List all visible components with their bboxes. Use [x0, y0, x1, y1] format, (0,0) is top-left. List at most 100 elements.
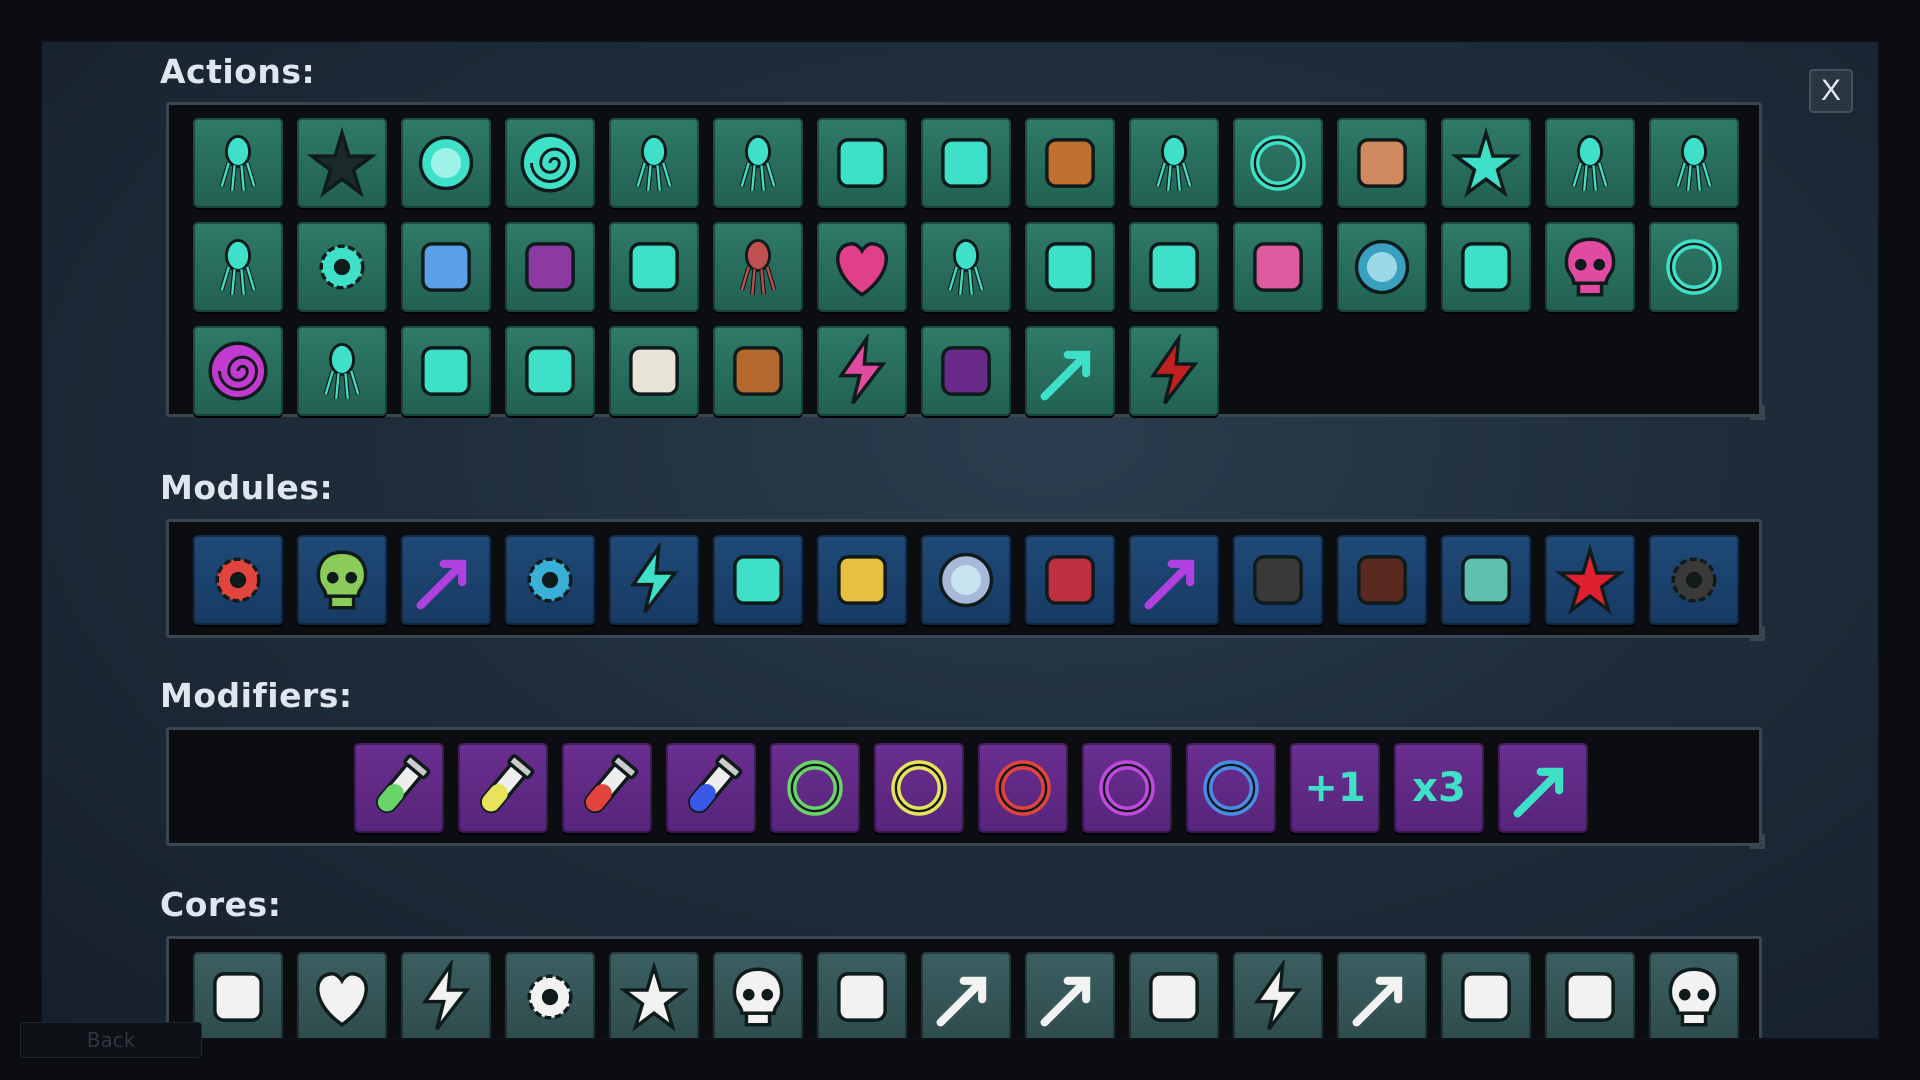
actions-panel — [166, 102, 1765, 420]
crossed-hammers-icon — [1253, 555, 1303, 605]
squid-pair-tile[interactable] — [193, 222, 283, 312]
pink-ghost-tile[interactable] — [1545, 222, 1635, 312]
crossed-hammers-tile[interactable] — [1233, 535, 1323, 625]
skull-crossbones-tile[interactable] — [1649, 952, 1739, 1038]
flash-tile[interactable] — [1233, 952, 1323, 1038]
moon-orb-tile[interactable] — [921, 535, 1011, 625]
blue-syringe-tile[interactable] — [1186, 743, 1276, 833]
coral-ring-tile[interactable] — [1233, 118, 1323, 208]
ghost-squid-icon — [739, 134, 777, 191]
split-arrow-tile[interactable] — [1129, 535, 1219, 625]
hourglass-icon — [1565, 972, 1615, 1022]
urchin-spikes-tile[interactable] — [297, 118, 387, 208]
hammer-tile[interactable] — [1337, 118, 1427, 208]
dumbbell-tile[interactable] — [193, 952, 283, 1038]
ghost-squid-tile[interactable] — [713, 118, 803, 208]
water-drop-tile[interactable] — [401, 222, 491, 312]
battle-axe-tile[interactable] — [1441, 952, 1531, 1038]
squid-charge-icon — [1675, 134, 1713, 191]
red-squid-tile[interactable] — [713, 222, 803, 312]
plus-one-tile[interactable]: +1 — [1290, 743, 1380, 833]
pufferfish-icon — [525, 346, 575, 396]
squid-skull-tile[interactable] — [1545, 118, 1635, 208]
skull-tile[interactable] — [297, 535, 387, 625]
net-tile[interactable] — [1649, 222, 1739, 312]
squid-tile[interactable] — [609, 118, 699, 208]
brain-coral-tile[interactable] — [505, 222, 595, 312]
hearts-tile[interactable] — [817, 222, 907, 312]
fast-forward-tile[interactable] — [1337, 952, 1427, 1038]
sonar-wave-tile[interactable] — [401, 326, 491, 416]
sea-creature-tile[interactable] — [1025, 222, 1115, 312]
codex-window: X Actions: Modules: Modifiers: +1 x3 Core… — [40, 40, 1880, 1040]
lightning-pair-tile[interactable] — [401, 952, 491, 1038]
red-spark-tile[interactable] — [1545, 535, 1635, 625]
back-button[interactable]: Back — [20, 1022, 202, 1058]
spore-cluster-tile[interactable] — [921, 118, 1011, 208]
sword-tile[interactable] — [1025, 952, 1115, 1038]
blue-vial-tile[interactable] — [666, 743, 756, 833]
green-vial-tile[interactable] — [354, 743, 444, 833]
squid-dash-tile[interactable] — [193, 118, 283, 208]
dolphin-icon — [1149, 242, 1199, 292]
green-syringe-tile[interactable] — [770, 743, 860, 833]
dots-arrow-tile[interactable] — [921, 952, 1011, 1038]
pink-lightning-tile[interactable] — [817, 326, 907, 416]
hourglass-tile[interactable] — [1545, 952, 1635, 1038]
spore-cluster-icon — [941, 138, 991, 188]
music-notes-tile[interactable] — [1233, 222, 1323, 312]
cowboy-hat-tile[interactable] — [817, 952, 907, 1038]
pufferfish-tile[interactable] — [505, 326, 595, 416]
heart-tile[interactable] — [297, 952, 387, 1038]
bow-tile[interactable] — [1337, 535, 1427, 625]
egg-tile[interactable] — [1337, 222, 1427, 312]
stopwatch-tile[interactable] — [505, 535, 595, 625]
purple-syringe-tile[interactable] — [1082, 743, 1172, 833]
red-syringe-tile[interactable] — [978, 743, 1068, 833]
flesh-tentacle-tile[interactable] — [1025, 535, 1115, 625]
gears-tile[interactable] — [505, 952, 595, 1038]
party-popper-tile[interactable] — [817, 535, 907, 625]
whale-tile[interactable] — [609, 326, 699, 416]
squid-swarm-tile[interactable] — [297, 326, 387, 416]
bounce-arrow-tile[interactable] — [401, 535, 491, 625]
dna-tile[interactable] — [1441, 535, 1531, 625]
zigzag-arrow-tile[interactable] — [1498, 743, 1588, 833]
squid-dash-icon — [219, 134, 257, 191]
actions-heading: Actions: — [160, 52, 316, 91]
barrel-tile[interactable] — [713, 326, 803, 416]
times-three-tile[interactable]: x3 — [1394, 743, 1484, 833]
sparkle-squid-tile[interactable] — [921, 222, 1011, 312]
ink-squid-tile[interactable] — [1129, 118, 1219, 208]
boomerang-tile[interactable] — [1025, 118, 1115, 208]
lightning-tile[interactable] — [609, 535, 699, 625]
yellow-vial-tile[interactable] — [458, 743, 548, 833]
missile-tile[interactable] — [1025, 326, 1115, 416]
gear-eye-tile[interactable] — [297, 222, 387, 312]
pentagram-tile[interactable] — [921, 326, 1011, 416]
crosshair-tile[interactable] — [193, 535, 283, 625]
starfish-trio-tile[interactable] — [1441, 118, 1531, 208]
close-button[interactable]: X — [1809, 69, 1853, 113]
coral-ring-icon — [1250, 135, 1306, 191]
carrot-tile[interactable] — [1129, 952, 1219, 1038]
trident-tile[interactable] — [1441, 222, 1531, 312]
squid-charge-tile[interactable] — [1649, 118, 1739, 208]
yellow-syringe-tile[interactable] — [874, 743, 964, 833]
purple-spiral-tile[interactable] — [193, 326, 283, 416]
shuriken-tile[interactable] — [609, 952, 699, 1038]
dolphin-tile[interactable] — [1129, 222, 1219, 312]
green-vial-icon — [376, 754, 431, 814]
blood-lightning-tile[interactable] — [1129, 326, 1219, 416]
tube-coral-tile[interactable] — [609, 222, 699, 312]
red-vial-tile[interactable] — [562, 743, 652, 833]
whirlpool-tile[interactable] — [505, 118, 595, 208]
fist-down-tile[interactable] — [713, 535, 803, 625]
bubble-orb-tile[interactable] — [401, 118, 491, 208]
ram-skull-tile[interactable] — [713, 952, 803, 1038]
blue-syringe-icon — [1203, 760, 1259, 816]
modules-grid — [193, 535, 1739, 625]
beacon-tile[interactable] — [1649, 535, 1739, 625]
tentacle-tile[interactable] — [817, 118, 907, 208]
bounce-arrow-icon — [416, 559, 467, 610]
